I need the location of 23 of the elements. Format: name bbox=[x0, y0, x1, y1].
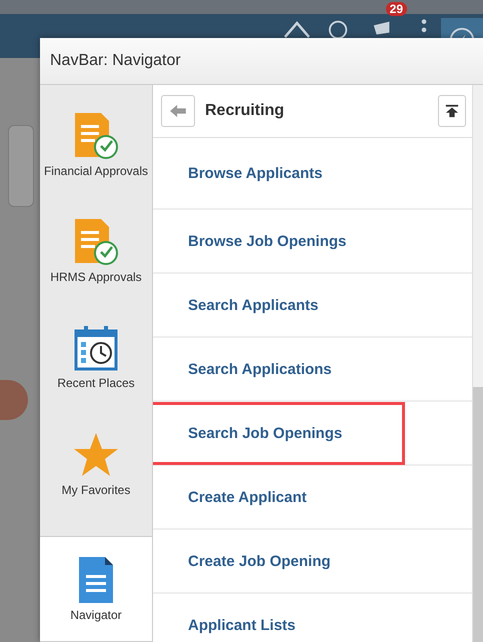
up-arrow-bar-icon bbox=[445, 104, 459, 118]
scroll-top-button[interactable] bbox=[438, 95, 466, 127]
scroll-thumb[interactable] bbox=[473, 387, 483, 642]
menu-link[interactable]: Applicant Lists bbox=[153, 594, 329, 642]
menu-link[interactable]: Search Applications bbox=[153, 338, 365, 400]
sidebar-item[interactable]: Navigator bbox=[40, 536, 152, 642]
menu-link[interactable]: Browse Applicants bbox=[153, 142, 356, 204]
menu-link[interactable]: Search Applicants bbox=[153, 274, 352, 336]
panel-title: Recruiting bbox=[205, 102, 284, 120]
dialog-title: NavBar: Navigator bbox=[40, 38, 483, 85]
document-check-icon bbox=[73, 111, 119, 161]
back-button[interactable] bbox=[161, 95, 195, 127]
menu-link[interactable]: Search Job Openings bbox=[153, 402, 406, 464]
menu-link[interactable]: Browse Job Openings bbox=[153, 210, 380, 272]
menu-link[interactable]: Create Applicant bbox=[153, 466, 340, 528]
sidebar-item[interactable]: HRMS Approvals bbox=[40, 217, 152, 324]
document-check-icon bbox=[73, 217, 119, 268]
sidebar-item[interactable]: Financial Approvals bbox=[40, 111, 152, 218]
calendar-clock-icon bbox=[73, 323, 119, 374]
sidebar-item[interactable]: Recent Places bbox=[40, 323, 152, 430]
sidebar-item[interactable]: My Favorites bbox=[40, 430, 152, 536]
menu-link[interactable]: Create Job Opening bbox=[153, 530, 364, 592]
left-arrow-icon bbox=[169, 104, 187, 118]
